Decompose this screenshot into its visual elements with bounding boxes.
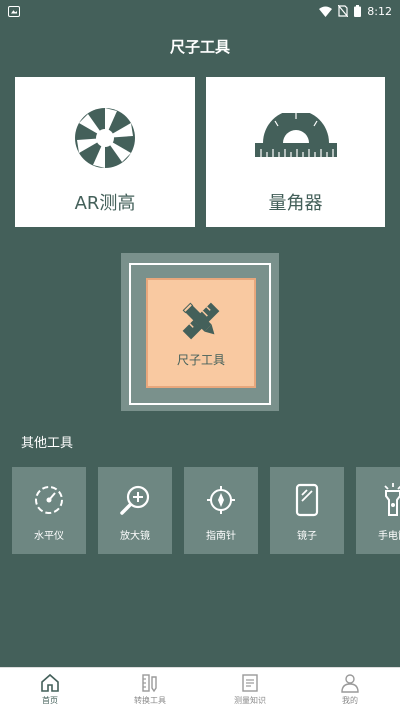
ar-height-card[interactable]: AR测高 <box>15 77 195 227</box>
protractor-card[interactable]: 量角器 <box>206 77 385 227</box>
convert-tool-icon <box>142 674 157 693</box>
tab-home-label: 首页 <box>42 696 58 705</box>
tab-mine-label: 我的 <box>342 696 358 705</box>
status-right: 8:12 <box>319 5 392 18</box>
level-gauge-icon <box>33 483 65 517</box>
tab-mine[interactable]: 我的 <box>300 668 400 711</box>
other-tools-title: 其他工具 <box>21 436 74 451</box>
battery-icon <box>354 5 362 17</box>
protractor-label: 量角器 <box>268 193 323 214</box>
ar-height-label: AR测高 <box>74 193 136 214</box>
tool-compass[interactable]: 指南针 <box>184 467 258 554</box>
tool-level[interactable]: 水平仪 <box>12 467 86 554</box>
tool-compass-label: 指南针 <box>206 531 236 542</box>
status-bar: 8:12 <box>0 0 400 22</box>
user-icon <box>341 674 359 693</box>
image-icon <box>8 5 20 17</box>
aperture-icon <box>70 103 140 173</box>
tab-convert-tools[interactable]: 转换工具 <box>100 668 200 711</box>
status-time: 8:12 <box>367 4 392 18</box>
tab-convert-tools-label: 转换工具 <box>134 696 166 705</box>
ruler-tool-card[interactable]: 尺子工具 <box>121 253 279 411</box>
ruler-tool-label: 尺子工具 <box>176 352 225 367</box>
ruler-tool-inner: 尺子工具 <box>146 278 256 388</box>
magnifier-icon <box>119 483 151 517</box>
status-left <box>8 5 20 17</box>
tool-magnifier-label: 放大镜 <box>120 531 150 542</box>
home-icon <box>41 673 59 692</box>
other-tools-row[interactable]: 水平仪 放大镜 指南针 镜子 手电 <box>12 467 400 554</box>
compass-icon <box>205 483 237 517</box>
tab-knowledge[interactable]: 测量知识 <box>200 668 300 711</box>
wifi-icon <box>319 6 333 17</box>
tab-home[interactable]: 首页 <box>0 668 100 711</box>
tool-flashlight[interactable]: 手电筒 <box>356 467 400 554</box>
page-title: 尺子工具 <box>169 38 230 56</box>
mirror-icon <box>293 483 321 517</box>
tool-mirror-label: 镜子 <box>297 531 317 542</box>
tab-knowledge-label: 测量知识 <box>234 696 266 705</box>
flashlight-icon <box>382 483 400 517</box>
tool-magnifier[interactable]: 放大镜 <box>98 467 172 554</box>
no-sim-icon <box>338 5 349 17</box>
protractor-icon <box>254 103 337 173</box>
tool-level-label: 水平仪 <box>34 531 64 542</box>
bottom-tab-bar: 首页 转换工具 测量知识 我的 <box>0 667 400 711</box>
tool-mirror[interactable]: 镜子 <box>270 467 344 554</box>
pencil-ruler-icon <box>182 302 220 339</box>
document-icon <box>242 674 258 692</box>
tool-flashlight-label: 手电筒 <box>378 531 400 542</box>
